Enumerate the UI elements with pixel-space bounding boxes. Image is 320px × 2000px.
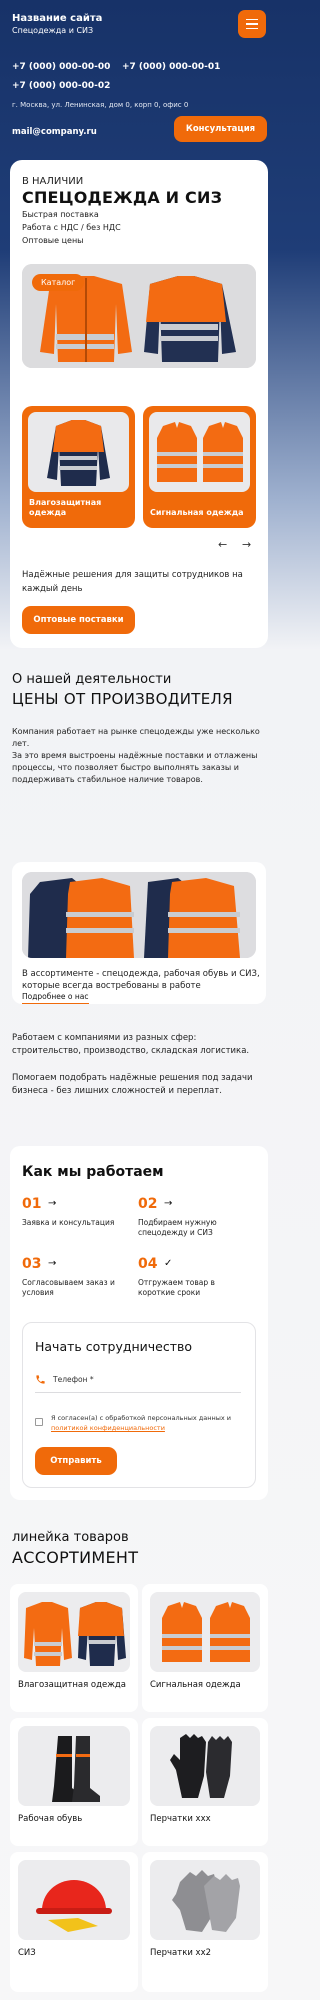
about-card: В ассортименте - спецодежда, рабочая обу…: [12, 862, 266, 1004]
product-card[interactable]: Перчатки хх2: [142, 1852, 268, 1992]
jacket-illustration: [24, 1602, 126, 1666]
about-title: ЦЕНЫ ОТ ПРОИЗВОДИТЕЛЯ: [12, 690, 233, 708]
how-title: Как мы работаем: [22, 1164, 164, 1180]
waterproof-jacket-image: [28, 412, 129, 492]
privacy-policy-link[interactable]: политикой конфиденциальности: [51, 1424, 165, 1432]
email-link[interactable]: mail@company.ru: [12, 127, 97, 137]
burger-menu-icon[interactable]: [238, 10, 266, 38]
product-image: [18, 1592, 130, 1672]
arrow-right-icon: →: [164, 1198, 173, 1209]
product-name: Рабочая обувь: [18, 1814, 83, 1824]
about-paragraph: Компания работает на рынке спецодежды уж…: [12, 727, 260, 748]
consent-label: Я согласен(а) с обработкой персональных …: [51, 1414, 232, 1422]
boots-illustration: [52, 1736, 100, 1802]
about-paragraph: Работаем с компаниями из разных сфер: ст…: [12, 1033, 250, 1056]
arrow-right-icon: →: [48, 1258, 57, 1269]
more-about-link[interactable]: Подробнее о нас: [22, 992, 89, 1004]
ppe-illustration: [36, 1880, 112, 1932]
product-name: Влагозащитная одежда: [18, 1680, 126, 1690]
next-arrow-icon[interactable]: →: [242, 538, 251, 551]
phone-field-label: Телефон *: [53, 1375, 94, 1384]
phone-link-1[interactable]: +7 (000) 000-00-00: [12, 62, 110, 72]
product-image: [150, 1726, 260, 1806]
product-card[interactable]: Влагозащитная одежда: [10, 1584, 138, 1712]
step-number: 04: [138, 1256, 158, 1272]
assortment-kicker: линейка товаров: [12, 1530, 129, 1545]
product-image: [18, 1860, 130, 1940]
step-number: 01: [22, 1196, 42, 1212]
vest-illustration: [162, 1602, 250, 1662]
cooperation-form: Начать сотрудничество Телефон * Я соглас…: [22, 1322, 256, 1488]
arrow-right-icon: →: [48, 1198, 57, 1209]
assortment-title: АССОРТИМЕНТ: [12, 1548, 139, 1567]
product-card[interactable]: Рабочая обувь: [10, 1718, 138, 1846]
gloves-illustration: [172, 1870, 240, 1932]
product-card[interactable]: Перчатки ххх: [142, 1718, 268, 1846]
gloves-illustration: [170, 1734, 232, 1798]
vests-illustration: [22, 872, 256, 958]
about-paragraph: Помогаем подобрать надёжные решения под …: [12, 1073, 253, 1096]
hero-kicker: В НАЛИЧИИ: [22, 176, 84, 187]
product-image: [150, 1592, 260, 1672]
category-label: Сигнальная одежда: [150, 508, 244, 517]
form-title: Начать сотрудничество: [35, 1339, 193, 1354]
hero-title: СПЕЦОДЕЖДА И СИЗ: [22, 188, 223, 207]
step-label: Заявка и консультация: [22, 1218, 115, 1227]
product-name: Перчатки ххх: [150, 1814, 211, 1824]
jacket-illustration: [47, 420, 110, 486]
signal-vest-image: [149, 412, 250, 492]
product-image: [18, 1726, 130, 1806]
submit-button[interactable]: Отправить: [35, 1447, 117, 1475]
catalog-badge[interactable]: Каталог: [32, 274, 85, 291]
product-name: Перчатки хх2: [150, 1948, 212, 1958]
product-card[interactable]: СИЗ: [10, 1852, 138, 1992]
prev-arrow-icon[interactable]: ←: [218, 538, 227, 551]
hero-feature: Оптовые цены: [22, 236, 84, 245]
category-label: Влагозащитная одежда: [29, 498, 102, 517]
category-card-waterproof[interactable]: Влагозащитная одежда: [22, 406, 135, 528]
phone-link-3[interactable]: +7 (000) 000-00-02: [12, 81, 110, 91]
product-name: Сигнальная одежда: [150, 1680, 241, 1690]
vest-illustration: [157, 422, 243, 482]
hero-tagline: Надёжные решения для защиты сотрудников …: [22, 570, 243, 594]
hero-feature: Быстрая поставка: [22, 210, 99, 219]
phone-field[interactable]: Телефон *: [35, 1371, 241, 1393]
site-title[interactable]: Название сайта: [12, 13, 102, 24]
product-card[interactable]: Сигнальная одежда: [142, 1584, 268, 1712]
product-image: [150, 1860, 260, 1940]
step-label: Согласовываем заказ и условия: [22, 1278, 115, 1297]
address: г. Москва, ул. Ленинская, дом 0, корп 0,…: [12, 101, 189, 109]
hero-feature: Работа с НДС / без НДС: [22, 223, 121, 232]
step-number: 03: [22, 1256, 42, 1272]
hero-card: В НАЛИЧИИ СПЕЦОДЕЖДА И СИЗ Быстрая поста…: [10, 160, 268, 648]
about-kicker: О нашей деятельности: [12, 672, 172, 687]
category-card-signal[interactable]: Сигнальная одежда: [143, 406, 256, 528]
site-subtitle: Спецодежда и СИЗ: [12, 26, 94, 35]
wholesale-button[interactable]: Оптовые поставки: [22, 606, 135, 634]
phone-link-2[interactable]: +7 (000) 000-00-01: [122, 62, 220, 72]
product-name: СИЗ: [18, 1948, 36, 1958]
step-label: Отгружаем товар в короткие сроки: [138, 1278, 215, 1297]
phone-icon: [36, 1375, 45, 1384]
consent-text: Я согласен(а) с обработкой персональных …: [51, 1413, 247, 1433]
check-icon: ✓: [164, 1258, 173, 1269]
step-number: 02: [138, 1196, 158, 1212]
consult-button[interactable]: Консультация: [174, 116, 267, 142]
about-paragraph: За это время выстроены надёжные поставки…: [12, 751, 258, 784]
about-vests-image: [22, 872, 256, 958]
about-card-text: В ассортименте - спецодежда, рабочая обу…: [22, 969, 260, 991]
step-label: Подбираем нужную спецодежду и СИЗ: [138, 1218, 217, 1237]
consent-checkbox[interactable]: [35, 1418, 43, 1426]
how-we-work-panel: Как мы работаем 01 → Заявка и консультац…: [10, 1146, 268, 1500]
